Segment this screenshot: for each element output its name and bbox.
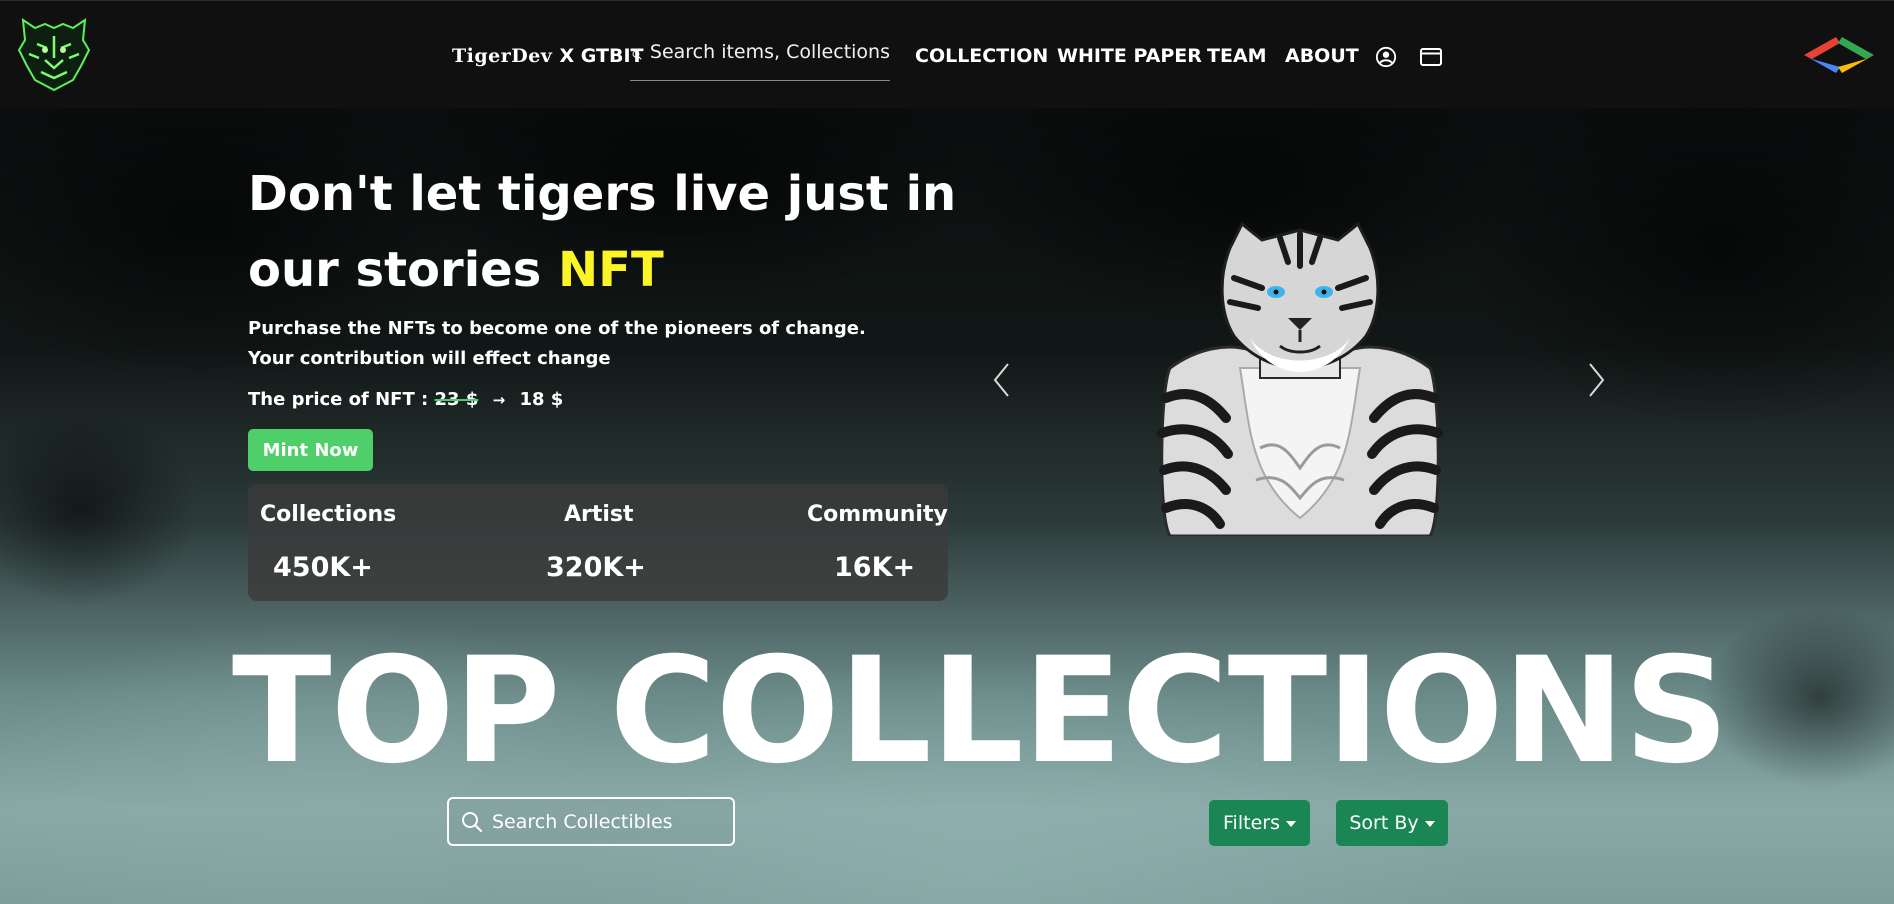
stat-value-artist: 320K+: [546, 552, 646, 583]
brand-name: TigerDev: [452, 45, 553, 67]
stats-panel: Collections 450K+ Artist 320K+ Community…: [248, 484, 948, 601]
stat-label-artist: Artist: [564, 502, 634, 527]
stat-label-collections: Collections: [260, 502, 397, 527]
caret-down-icon: [1285, 821, 1296, 827]
collectibles-search-input[interactable]: Search Collectibles: [447, 797, 735, 846]
brand-title[interactable]: TigerDev X GTBIT: [452, 45, 643, 67]
nav-link-about[interactable]: ABOUT: [1285, 45, 1359, 67]
dev-brand-mark-icon[interactable]: [1796, 33, 1882, 77]
stat-label-community: Community: [807, 502, 948, 527]
tiger-nft-image: [1157, 221, 1443, 536]
section-title-top-collections: TOP COLLECTIONS: [231, 626, 1729, 796]
top-navbar: TigerDev X GTBIT Search items, Collectio…: [0, 0, 1894, 108]
chevron-left-icon: [993, 363, 1009, 397]
caret-down-icon: [1424, 821, 1435, 827]
sort-by-dropdown-button[interactable]: Sort By: [1336, 800, 1448, 846]
stat-value-community: 16K+: [834, 552, 916, 583]
tiger-logo-icon[interactable]: [15, 14, 93, 92]
hero-title-accent: NFT: [558, 242, 664, 298]
nav-link-collection[interactable]: COLLECTION: [915, 45, 1048, 67]
carousel-prev-button[interactable]: [986, 360, 1016, 400]
hero-description: Purchase the NFTs to become one of the p…: [248, 318, 866, 369]
filters-label: Filters: [1223, 812, 1280, 834]
price-old: 23 $: [434, 389, 479, 410]
hero-title: Don't let tigers live just in our storie…: [248, 156, 978, 308]
nft-carousel: [970, 200, 1630, 560]
price-new: 18 $: [519, 389, 564, 410]
nav-link-white-paper[interactable]: WHITE PAPER: [1057, 45, 1202, 67]
price-arrow-icon: →: [492, 391, 506, 409]
user-icon[interactable]: [1374, 46, 1398, 68]
search-icon: [462, 811, 483, 832]
stat-value-collections: 450K+: [273, 552, 373, 583]
carousel-next-button[interactable]: [1582, 360, 1612, 400]
nav-search-placeholder: Search items, Collections: [649, 41, 890, 63]
filters-dropdown-button[interactable]: Filters: [1209, 800, 1310, 846]
nav-link-team[interactable]: TEAM: [1207, 45, 1267, 67]
collectibles-search-placeholder: Search Collectibles: [492, 810, 673, 833]
search-icon: [632, 50, 642, 60]
sort-by-label: Sort By: [1349, 812, 1419, 834]
price-label: The price of NFT :: [248, 389, 429, 410]
chevron-right-icon: [1589, 363, 1605, 397]
wallet-icon[interactable]: [1419, 46, 1443, 68]
nft-price: The price of NFT : 23 $ → 18 $: [248, 389, 563, 410]
mint-now-button[interactable]: Mint Now: [248, 429, 373, 471]
nav-search-input[interactable]: Search items, Collections: [630, 41, 890, 81]
